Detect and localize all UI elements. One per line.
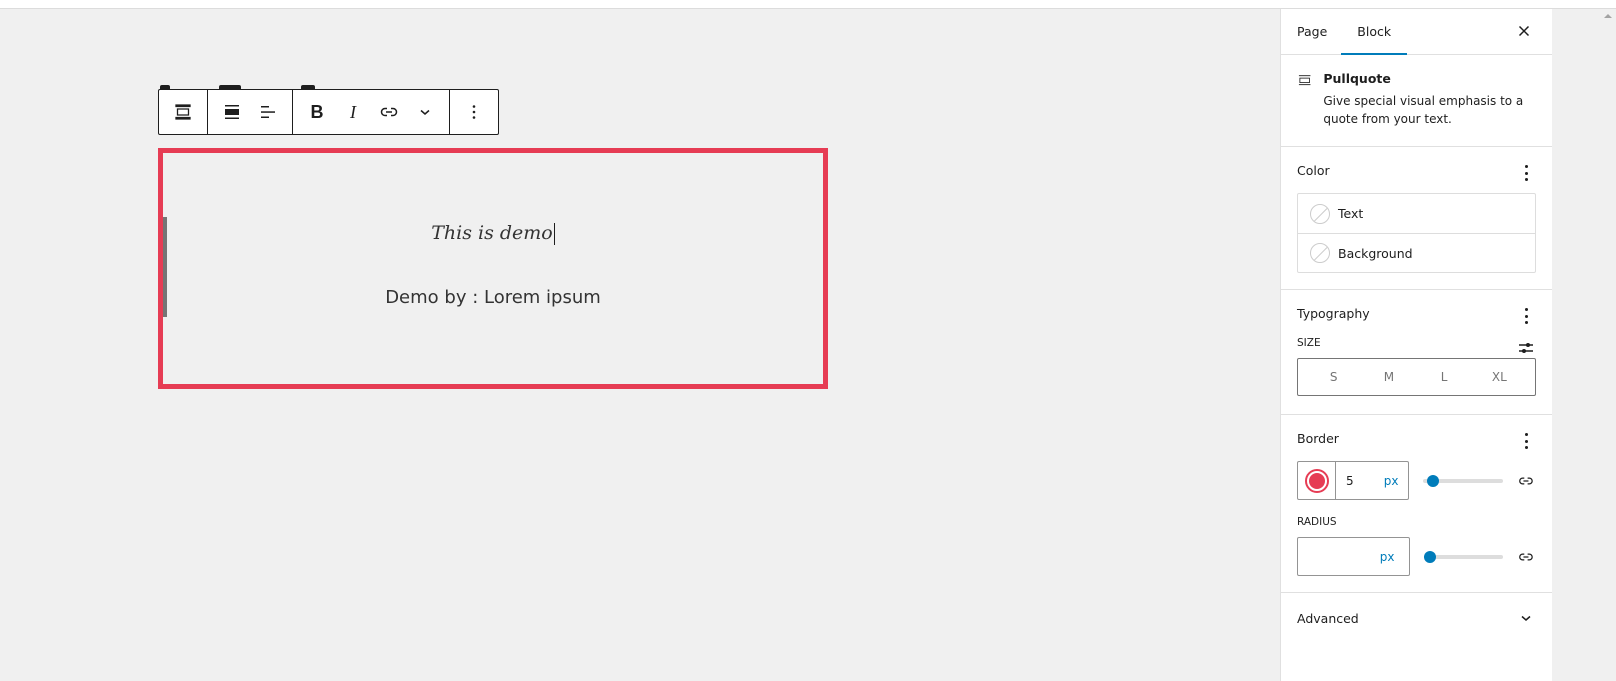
link-icon	[380, 107, 398, 117]
color-item-label: Text	[1338, 206, 1364, 221]
italic-button[interactable]: I	[335, 90, 371, 134]
block-type-button[interactable]	[165, 90, 201, 134]
size-option-m[interactable]: M	[1369, 370, 1409, 384]
settings-sidebar: Page Block Pullquote Give special visual…	[1280, 9, 1552, 681]
close-icon[interactable]	[1514, 21, 1534, 41]
quote-text[interactable]: This is demo	[431, 222, 555, 245]
tab-block[interactable]: Block	[1341, 9, 1407, 55]
slider-thumb[interactable]	[1423, 550, 1436, 563]
radius-slider[interactable]	[1423, 547, 1504, 567]
quote-text-content: This is demo	[431, 221, 553, 244]
color-item-background[interactable]: Background	[1298, 233, 1535, 272]
sidebar-tabs: Page Block	[1281, 9, 1552, 55]
sidebar-scrollbar[interactable]	[1600, 9, 1616, 681]
size-option-s[interactable]: S	[1314, 370, 1354, 384]
border-width-unit[interactable]: px	[1384, 474, 1399, 488]
color-item-text[interactable]: Text	[1298, 194, 1535, 233]
radius-label: RADIUS	[1297, 516, 1337, 528]
link-icon[interactable]	[1516, 471, 1536, 491]
size-option-l[interactable]: L	[1424, 370, 1464, 384]
block-toolbar: B I	[158, 89, 499, 135]
radius-input[interactable]: px	[1297, 537, 1410, 576]
toolbar-group-format: B I	[293, 90, 450, 134]
border-color-swatch-icon	[1304, 468, 1329, 493]
typography-options-icon[interactable]	[1518, 306, 1534, 326]
text-align-button[interactable]	[250, 90, 286, 134]
size-option-xl[interactable]: XL	[1479, 370, 1519, 384]
block-card-description: Give special visual emphasis to a quote …	[1323, 94, 1524, 126]
radius-unit[interactable]: px	[1380, 550, 1395, 564]
block-card-content: Pullquote Give special visual emphasis t…	[1323, 71, 1536, 128]
more-formats-button[interactable]	[407, 90, 443, 134]
color-options-icon[interactable]	[1518, 163, 1534, 183]
align-left-icon	[261, 106, 275, 118]
empty-swatch-icon	[1310, 203, 1330, 224]
font-size-picker: S M L XL	[1297, 358, 1536, 396]
radius-row: px	[1297, 537, 1536, 576]
editor-top-bar	[0, 0, 1616, 9]
toolbar-group-options	[450, 90, 498, 134]
pullquote-block[interactable]: This is demo Demo by : Lorem ipsum	[158, 148, 828, 389]
pullquote-icon	[175, 104, 191, 120]
border-options-icon[interactable]	[1518, 431, 1534, 451]
slider-thumb[interactable]	[1426, 474, 1439, 487]
align-wide-icon	[225, 105, 239, 119]
link-button[interactable]	[371, 90, 407, 134]
options-button[interactable]	[456, 90, 492, 134]
border-control: 5 px	[1297, 461, 1410, 500]
color-item-label: Background	[1338, 245, 1413, 261]
border-width-row: 5 px	[1297, 461, 1536, 500]
block-card: Pullquote Give special visual emphasis t…	[1281, 55, 1552, 147]
pullquote-icon	[1298, 75, 1311, 86]
bold-button[interactable]: B	[299, 90, 335, 134]
chevron-down-icon	[420, 109, 430, 115]
tab-page[interactable]: Page	[1297, 9, 1327, 54]
more-vertical-icon	[472, 105, 476, 119]
chevron-down-icon	[1521, 615, 1531, 621]
align-button[interactable]	[214, 90, 250, 134]
border-width-slider[interactable]	[1423, 471, 1504, 491]
color-panel-title: Color	[1297, 163, 1330, 178]
scroll-up-arrow-icon[interactable]	[1604, 14, 1612, 18]
block-drag-indicator	[163, 217, 167, 317]
border-panel: Border 5 px RADIUS px	[1281, 415, 1552, 593]
color-panel: Color Text Background	[1281, 147, 1552, 290]
border-color-button[interactable]	[1298, 462, 1336, 499]
toolbar-group-block	[159, 90, 208, 134]
border-width-input[interactable]: 5 px	[1336, 462, 1408, 499]
advanced-panel-toggle[interactable]: Advanced	[1281, 593, 1552, 643]
color-list: Text Background	[1297, 193, 1536, 273]
link-icon[interactable]	[1516, 547, 1536, 567]
advanced-panel-title: Advanced	[1297, 610, 1359, 626]
typography-panel: Typography SIZE S M L XL	[1281, 290, 1552, 415]
border-width-value: 5	[1346, 473, 1354, 488]
empty-swatch-icon	[1310, 243, 1330, 263]
toolbar-group-align	[208, 90, 293, 134]
border-panel-title: Border	[1297, 431, 1339, 446]
block-card-title: Pullquote	[1323, 71, 1391, 86]
size-label: SIZE	[1297, 337, 1321, 349]
settings-sliders-icon[interactable]	[1516, 338, 1536, 358]
text-cursor	[553, 222, 555, 245]
quote-citation[interactable]: Demo by : Lorem ipsum	[385, 287, 601, 308]
typography-panel-title: Typography	[1297, 306, 1370, 321]
